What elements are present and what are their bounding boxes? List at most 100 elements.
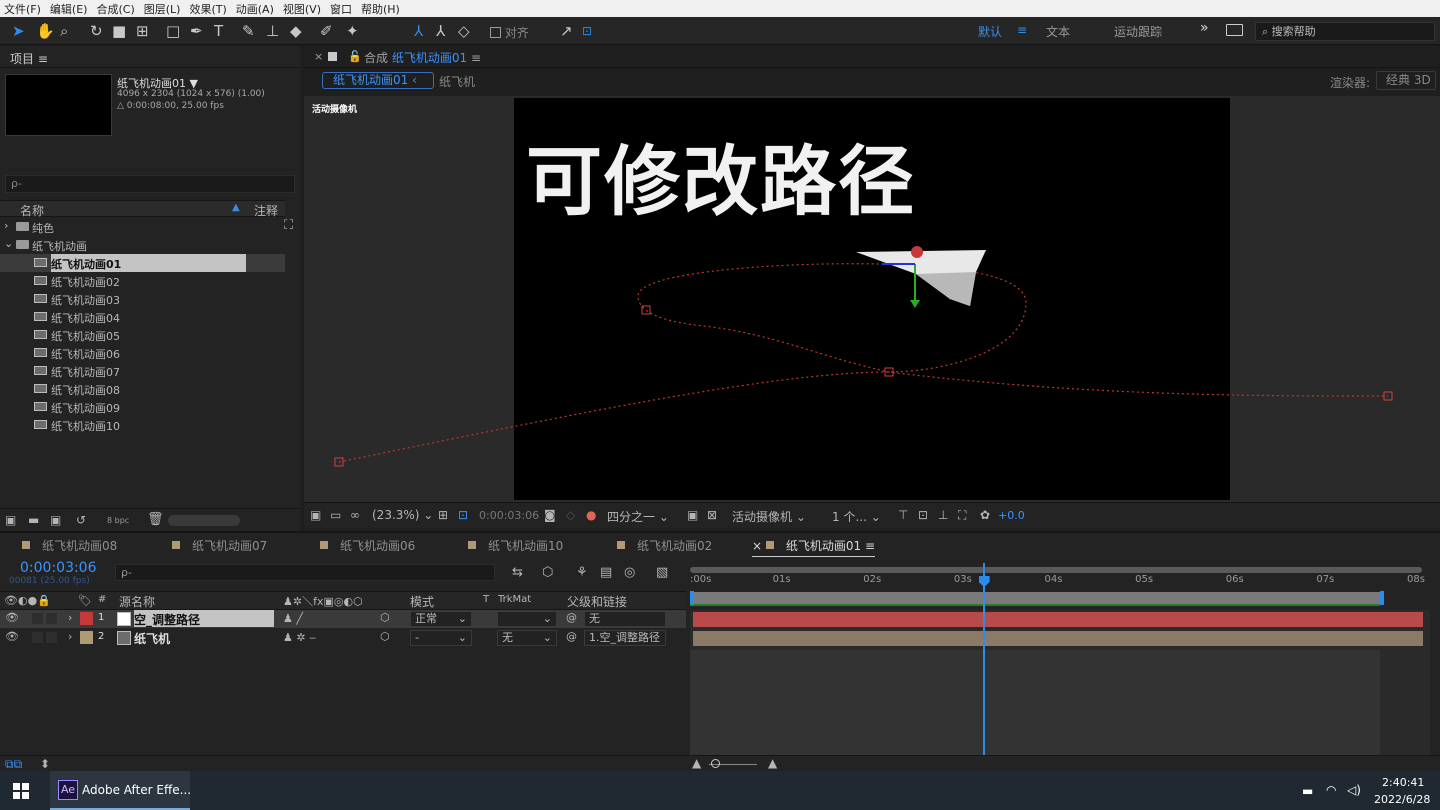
- project-search-input[interactable]: ρ-: [5, 175, 295, 193]
- layer-switches[interactable]: ♟ ✲ ‒: [283, 631, 316, 644]
- menu-item[interactable]: 效果(T): [189, 1, 226, 17]
- menu-item[interactable]: 帮助(H): [361, 1, 400, 17]
- pick-whip-icon[interactable]: @: [566, 611, 577, 624]
- project-comp-row[interactable]: 纸飞机动画01: [0, 254, 285, 272]
- column-comment[interactable]: 注释: [254, 202, 278, 219]
- motion-blur-icon[interactable]: ◎: [624, 565, 635, 580]
- composition-viewer[interactable]: 活动摄像机 可修改路径: [304, 96, 1440, 502]
- lock-icon[interactable]: 🔓: [348, 50, 362, 63]
- project-folder-row[interactable]: › 纯色: [0, 218, 285, 236]
- zoom-in-icon[interactable]: ▲: [768, 756, 777, 770]
- snap-arrow-icon[interactable]: ↗: [560, 21, 573, 41]
- show-snapshot-icon[interactable]: ◇: [566, 508, 575, 522]
- breadcrumb-next[interactable]: 纸飞机: [439, 73, 475, 90]
- taskbar-app-after-effects[interactable]: Ae Adobe After Effe...: [50, 771, 191, 810]
- label-color-swatch[interactable]: [80, 612, 93, 625]
- project-comp-row[interactable]: 纸飞机动画06: [0, 344, 285, 362]
- solo-toggle[interactable]: [46, 613, 57, 624]
- view-axis-icon[interactable]: ◇: [458, 21, 470, 41]
- thumbnail-zoom-slider[interactable]: [168, 515, 240, 526]
- project-comp-row[interactable]: 纸飞机动画03: [0, 290, 285, 308]
- view-layout-dropdown[interactable]: 1 个... ⌄: [832, 508, 881, 525]
- close-tab-icon[interactable]: ×: [752, 539, 766, 553]
- shy-layers-icon[interactable]: ⚘: [576, 565, 588, 580]
- layer-duration-bar[interactable]: [693, 631, 1423, 646]
- expand-caret-icon[interactable]: ›: [68, 611, 72, 624]
- roto-brush-tool-icon[interactable]: ✐: [320, 21, 333, 41]
- layer-bars-area[interactable]: [690, 604, 1430, 757]
- clock-date[interactable]: 2022/6/28: [1374, 793, 1430, 806]
- wifi-icon[interactable]: ◠: [1326, 783, 1336, 797]
- project-comp-row[interactable]: 纸飞机动画02: [0, 272, 285, 290]
- layer-row[interactable]: 👁 › 2 纸飞机 ♟ ✲ ‒ ⬡ - ⌄ 无 ⌄ @1.空_调整路径: [0, 629, 686, 647]
- column-name[interactable]: 名称: [20, 202, 44, 219]
- viewer-timecode[interactable]: 0:00:03:06: [479, 509, 539, 522]
- audio-toggle[interactable]: [32, 632, 43, 643]
- workspace-default[interactable]: 默认: [978, 23, 1002, 40]
- menu-item[interactable]: 图层(L): [144, 1, 181, 17]
- toggle-mask-icon[interactable]: ⊠: [707, 508, 717, 522]
- pan-behind-tool-icon[interactable]: ⊞: [136, 21, 149, 41]
- workspace-text[interactable]: 文本: [1046, 23, 1070, 40]
- selection-tool-icon[interactable]: ➤: [12, 21, 25, 41]
- timeline-tab[interactable]: 纸飞机动画10: [468, 537, 563, 554]
- local-axis-icon[interactable]: ⅄: [414, 21, 423, 41]
- switches-icons[interactable]: ♟✲＼fx▣◎◐⬡: [283, 593, 363, 609]
- solo-toggle[interactable]: [46, 632, 57, 643]
- visibility-eye-icon[interactable]: 👁: [5, 630, 19, 643]
- timeline-tab[interactable]: 纸飞机动画08: [22, 537, 117, 554]
- project-comp-row[interactable]: 纸飞机动画10: [0, 416, 285, 434]
- windows-start-icon[interactable]: [13, 783, 29, 799]
- brush-tool-icon[interactable]: ✎: [242, 21, 255, 41]
- project-comp-row[interactable]: 纸飞机动画07: [0, 362, 285, 380]
- camera-view-dropdown[interactable]: 活动摄像机 ⌄: [732, 508, 806, 525]
- menu-item[interactable]: 合成(C): [96, 1, 134, 17]
- sort-ascending-icon[interactable]: ▲: [232, 202, 240, 213]
- blend-mode-dropdown[interactable]: - ⌄: [410, 630, 472, 646]
- expand-caret-icon[interactable]: ›: [4, 219, 8, 232]
- flowchart-icon[interactable]: ⛶: [284, 218, 293, 233]
- interpret-footage-icon[interactable]: ▣: [5, 513, 16, 527]
- current-time-display[interactable]: 0:00:03:06: [20, 560, 97, 576]
- toggle-modes-icon[interactable]: ⬍: [40, 757, 50, 771]
- 3d-layer-icon[interactable]: ⬡: [380, 611, 390, 624]
- 3d-layer-icon[interactable]: ⬡: [380, 630, 390, 643]
- comp-menu-icon[interactable]: ≡: [471, 51, 481, 65]
- menu-item[interactable]: 视图(V): [283, 1, 321, 17]
- workspace-motion-tracking[interactable]: 运动跟踪: [1114, 23, 1162, 40]
- puppet-pin-tool-icon[interactable]: ✦: [346, 21, 359, 41]
- magnification-dropdown[interactable]: (23.3%) ⌄: [372, 508, 433, 522]
- grid-icon[interactable]: ⊞: [438, 508, 448, 522]
- project-comp-row[interactable]: 纸飞机动画08: [0, 380, 285, 398]
- av-features-icons[interactable]: 👁◐●🔒: [4, 594, 51, 607]
- expand-caret-icon[interactable]: ›: [68, 630, 72, 643]
- project-folder-row[interactable]: ⌄ 纸飞机动画: [0, 236, 285, 254]
- timeline-search-input[interactable]: ρ-: [115, 564, 495, 581]
- project-settings-icon[interactable]: ↺: [76, 513, 86, 527]
- timeline-tab[interactable]: 纸飞机动画06: [320, 537, 415, 554]
- zoom-out-icon[interactable]: ▲: [692, 756, 701, 770]
- menu-item[interactable]: 动画(A): [236, 1, 274, 17]
- blend-mode-dropdown[interactable]: 正常 ⌄: [410, 611, 472, 627]
- project-comp-row[interactable]: 纸飞机动画05: [0, 326, 285, 344]
- world-axis-icon[interactable]: ⅄: [436, 21, 445, 41]
- sync-settings-icon[interactable]: [1226, 24, 1243, 36]
- rotate-tool-icon[interactable]: ↻: [90, 21, 103, 41]
- timeline-tab[interactable]: 纸飞机动画07: [172, 537, 267, 554]
- toggle-transparency-icon[interactable]: ▣: [687, 508, 698, 522]
- trash-icon[interactable]: 🗑: [147, 512, 164, 527]
- camera-tool-icon[interactable]: ■: [112, 21, 126, 41]
- track-matte-dropdown[interactable]: ⌄: [497, 611, 557, 627]
- layer-name[interactable]: 空_调整路径: [134, 610, 274, 627]
- hand-tool-icon[interactable]: ✋: [36, 21, 55, 41]
- panel-menu-icon[interactable]: ≡: [38, 52, 48, 66]
- toggle-switches-icon[interactable]: ⧉⧉: [5, 757, 22, 772]
- volume-icon[interactable]: ◁): [1347, 783, 1361, 797]
- battery-icon[interactable]: ▬: [1302, 784, 1313, 798]
- channel-icon[interactable]: ●: [586, 508, 596, 522]
- timeline-icon[interactable]: ⊥: [938, 508, 948, 522]
- parent-dropdown[interactable]: 无: [584, 611, 666, 627]
- layer-duration-bar[interactable]: [693, 612, 1423, 627]
- layer-row[interactable]: 👁 › 1 空_调整路径 ♟ ╱ ⬡ 正常 ⌄ ⌄ @ 无: [0, 610, 686, 628]
- always-preview-icon[interactable]: ▣: [310, 508, 321, 522]
